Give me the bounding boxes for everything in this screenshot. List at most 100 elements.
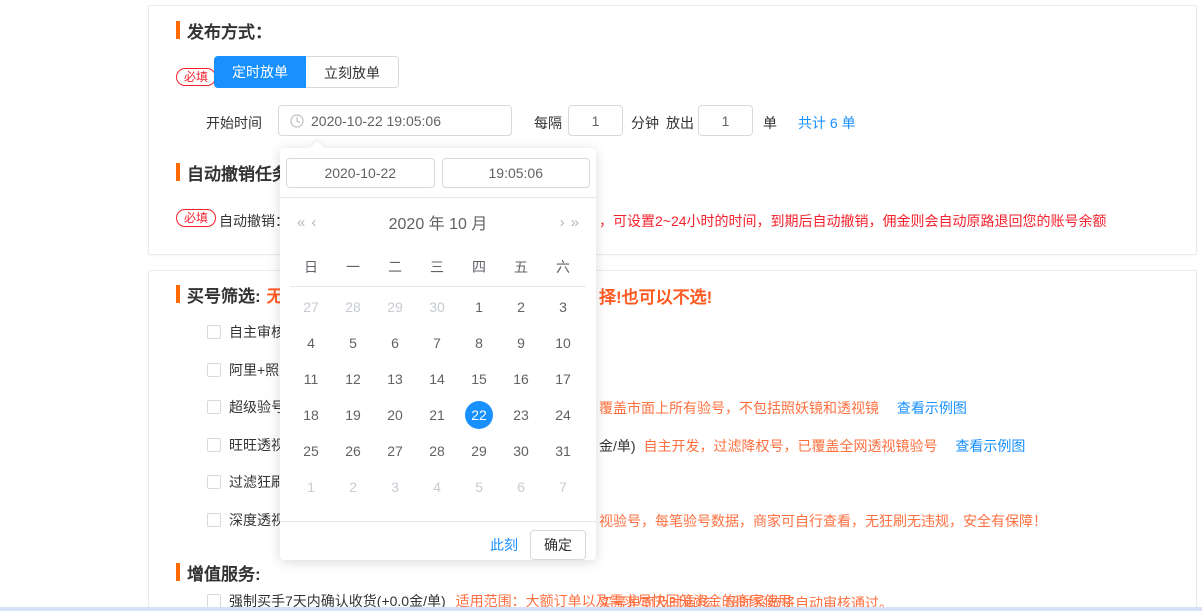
calendar-day[interactable]: 2 <box>500 289 542 325</box>
calendar-day[interactable]: 28 <box>416 433 458 469</box>
calendar-day[interactable]: 9 <box>500 325 542 361</box>
weekday-label: 六 <box>542 250 584 284</box>
calendar-day[interactable]: 31 <box>542 433 584 469</box>
self-review-label: 自主审核 <box>229 322 285 342</box>
calendar-day[interactable]: 17 <box>542 361 584 397</box>
heading-bar <box>176 285 180 303</box>
next-year-icon[interactable]: » <box>568 214 582 231</box>
wangwang-note-wrap: 金/单) 自主开发，过滤降权号，已覆盖全网透视镜验号 查看示例图 <box>599 436 1025 456</box>
calendar-day[interactable]: 6 <box>500 469 542 505</box>
tab-immediate-release[interactable]: 立刻放单 <box>306 56 399 88</box>
auto-cancel-label: 自动撤销： <box>219 211 289 231</box>
calendar-day[interactable]: 29 <box>458 433 500 469</box>
calendar-day[interactable]: 3 <box>374 469 416 505</box>
calendar-day[interactable]: 26 <box>332 433 374 469</box>
calendar-day[interactable]: 8 <box>458 325 500 361</box>
calendar-day[interactable]: 5 <box>458 469 500 505</box>
calendar-day[interactable]: 5 <box>332 325 374 361</box>
filter-row-wangwang: 旺旺透视 <box>207 435 285 455</box>
start-time-label: 开始时间 <box>206 113 262 133</box>
publish-mode-tabs: 定时放单 立刻放单 <box>214 56 399 88</box>
super-check-note: 覆盖市面上所有验号，不包括照妖镜和透视镜 <box>599 400 879 416</box>
vas-title: 增值服务: <box>187 560 261 585</box>
tab-timed-release[interactable]: 定时放单 <box>214 56 306 88</box>
super-check-checkbox[interactable] <box>207 400 221 414</box>
super-check-example-link[interactable]: 查看示例图 <box>897 400 967 416</box>
release-count-input[interactable] <box>698 105 753 136</box>
wangwang-example-link[interactable]: 查看示例图 <box>955 438 1025 454</box>
datetime-picker-popup: « ‹ 2020 年 10 月 › » 日一二三四五六 272829301234… <box>280 148 596 560</box>
confirm-button[interactable]: 确定 <box>530 530 586 560</box>
next-month-icon[interactable]: › <box>557 214 568 231</box>
calendar-day[interactable]: 1 <box>290 469 332 505</box>
prev-month-icon[interactable]: ‹ <box>308 214 319 231</box>
calendar-day[interactable]: 4 <box>416 469 458 505</box>
filter-title-orange-right: 择!也可以不选! <box>599 283 712 308</box>
calendar-day[interactable]: 12 <box>332 361 374 397</box>
vas-section-heading: 增值服务: <box>176 561 261 583</box>
heading-bar <box>176 163 180 181</box>
calendar-day[interactable]: 16 <box>500 361 542 397</box>
calendar-day[interactable]: 4 <box>290 325 332 361</box>
calendar-day[interactable]: 29 <box>374 289 416 325</box>
start-time-input[interactable] <box>278 105 512 136</box>
calendar-day[interactable]: 11 <box>290 361 332 397</box>
deep-perspective-label: 深度透视 <box>229 510 285 530</box>
picker-date-input[interactable] <box>286 158 435 188</box>
wangwang-checkbox[interactable] <box>207 438 221 452</box>
picker-inputs <box>280 148 596 198</box>
now-button[interactable]: 此刻 <box>490 535 518 555</box>
cancel-section-heading: 自动撤销任务 <box>176 161 289 183</box>
calendar-day[interactable]: 27 <box>374 433 416 469</box>
heading-bar <box>176 21 180 39</box>
ali-checkbox[interactable] <box>207 363 221 377</box>
calendar-day[interactable]: 30 <box>416 289 458 325</box>
self-review-checkbox[interactable] <box>207 325 221 339</box>
calendar-day[interactable]: 10 <box>542 325 584 361</box>
calendar-day[interactable]: 20 <box>374 397 416 433</box>
calendar-day[interactable]: 23 <box>500 397 542 433</box>
calendar-day[interactable]: 25 <box>290 433 332 469</box>
calendar-day[interactable]: 7 <box>416 325 458 361</box>
calendar-day[interactable]: 3 <box>542 289 584 325</box>
picker-time-input[interactable] <box>442 158 591 188</box>
calendar-day[interactable]: 13 <box>374 361 416 397</box>
start-time-field <box>278 105 512 136</box>
page: 发布方式： 必填 定时放单 立刻放单 开始时间 每隔 分钟 放出 单 共计 6 … <box>0 0 1202 611</box>
calendar-day[interactable]: 7 <box>542 469 584 505</box>
calendar-day[interactable]: 21 <box>416 397 458 433</box>
prev-year-icon[interactable]: « <box>294 214 308 231</box>
weekday-label: 五 <box>500 250 542 284</box>
wangwang-price-suffix: 金/单) <box>599 438 636 454</box>
filter-row-ali: 阿里+照 <box>207 360 279 380</box>
calendar-day[interactable]: 15 <box>458 361 500 397</box>
publish-section-heading: 发布方式： <box>176 19 272 41</box>
required-badge: 必填 <box>176 68 216 86</box>
calendar-day[interactable]: 27 <box>290 289 332 325</box>
weekday-label: 三 <box>416 250 458 284</box>
release-suffix-label: 单 <box>763 113 777 133</box>
deep-perspective-checkbox[interactable] <box>207 513 221 527</box>
filter-section-heading: 买号筛选: 无 <box>176 283 284 305</box>
force-confirm-checkbox[interactable] <box>207 594 221 608</box>
publish-title: 发布方式： <box>187 18 272 43</box>
calendar-day[interactable]: 6 <box>374 325 416 361</box>
cancel-title: 自动撤销任务 <box>187 160 289 185</box>
weekday-label: 二 <box>374 250 416 284</box>
filter-row-self-review: 自主审核 <box>207 322 285 342</box>
calendar-divider <box>290 286 586 287</box>
interval-input[interactable] <box>568 105 623 136</box>
calendar-day[interactable]: 28 <box>332 289 374 325</box>
clock-icon <box>290 114 304 128</box>
calendar-day-selected[interactable]: 22 <box>458 397 500 433</box>
calendar-day[interactable]: 18 <box>290 397 332 433</box>
calendar-day[interactable]: 30 <box>500 433 542 469</box>
calendar-day[interactable]: 1 <box>458 289 500 325</box>
deep-perspective-note: 视验号，每笔验号数据，商家可自行查看，无狂刷无违规，安全有保障！ <box>599 511 1047 531</box>
antibrush-checkbox[interactable] <box>207 475 221 489</box>
calendar-day[interactable]: 2 <box>332 469 374 505</box>
calendar-day[interactable]: 14 <box>416 361 458 397</box>
calendar-day[interactable]: 19 <box>332 397 374 433</box>
filter-row-deep-perspective: 深度透视 <box>207 510 285 530</box>
calendar-day[interactable]: 24 <box>542 397 584 433</box>
